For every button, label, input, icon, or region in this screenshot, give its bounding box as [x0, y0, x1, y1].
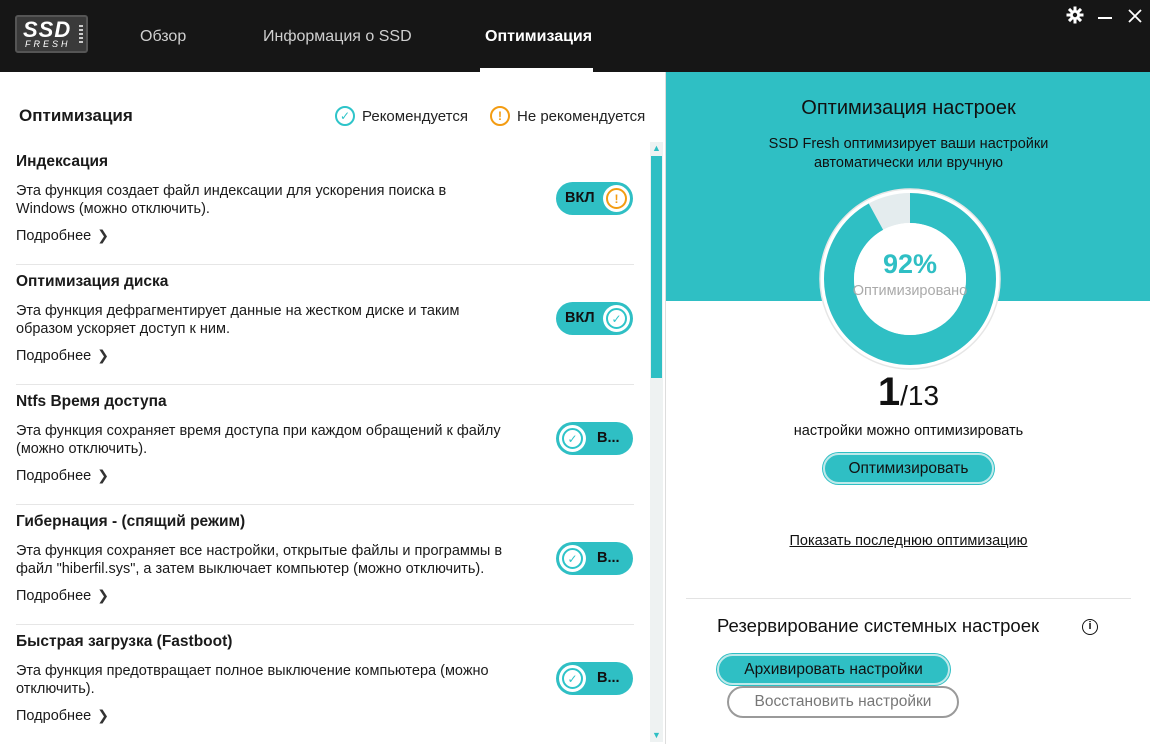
- info-icon[interactable]: i: [1082, 619, 1098, 635]
- item-title: Индексация: [16, 153, 109, 170]
- app-logo: SSD FRESH: [15, 15, 88, 53]
- item-title: Быстрая загрузка (Fastboot): [16, 633, 233, 650]
- gauge-label: Оптимизировано: [852, 283, 968, 299]
- panel-title: Оптимизация: [19, 106, 133, 125]
- chevron-right-icon: ❯: [97, 707, 109, 723]
- toggle-knob: ✓: [559, 545, 586, 572]
- legend-recommended-label: Рекомендуется: [362, 107, 468, 125]
- summary-subtitle: SSD Fresh оптимизирует ваши настройки авт…: [768, 136, 1049, 171]
- more-link[interactable]: Подробнее ❯: [16, 587, 109, 604]
- toggle-label: ВКЛ: [565, 310, 595, 326]
- toggle-switch[interactable]: В... ✓: [556, 422, 633, 455]
- check-circle-icon: ✓: [562, 668, 583, 689]
- scroll-down-arrow-icon[interactable]: ▼: [650, 729, 663, 742]
- check-circle-icon: ✓: [562, 548, 583, 569]
- scroll-thumb[interactable]: [651, 156, 662, 378]
- list-item: Гибернация - (спящий режим) Эта функция …: [16, 505, 634, 625]
- legend-not-recommended-label: Не рекомендуется: [517, 107, 646, 125]
- check-circle-icon: ✓: [335, 106, 355, 126]
- chevron-right-icon: ❯: [97, 227, 109, 243]
- toggle-knob: ✓: [559, 425, 586, 452]
- tab-optimization[interactable]: Оптимизация: [485, 28, 592, 46]
- list-item: Индексация Эта функция создает файл инде…: [16, 145, 634, 265]
- chevron-right-icon: ❯: [97, 347, 109, 363]
- vertical-scrollbar[interactable]: ▲ ▼: [650, 142, 663, 742]
- minimize-icon[interactable]: [1098, 6, 1112, 30]
- tab-overview[interactable]: Обзор: [140, 28, 186, 46]
- warning-circle-icon: !: [606, 188, 627, 209]
- chevron-right-icon: ❯: [97, 467, 109, 483]
- check-circle-icon: ✓: [562, 428, 583, 449]
- toggle-label: В...: [597, 430, 620, 446]
- scroll-up-arrow-icon[interactable]: ▲: [650, 142, 663, 155]
- logo-text-fresh: FRESH: [25, 39, 71, 49]
- item-description: Эта функция предотвращает полное выключе…: [16, 663, 489, 697]
- toggle-label: ВКЛ: [565, 190, 595, 206]
- item-description: Эта функция сохраняет все настройки, отк…: [16, 543, 503, 577]
- more-link[interactable]: Подробнее ❯: [16, 467, 109, 484]
- count-label: настройки можно оптимизировать: [793, 423, 1024, 439]
- count-total: /13: [900, 380, 940, 411]
- legend-not-recommended: ! Не рекомендуется: [490, 106, 645, 126]
- optimization-summary-panel: Оптимизация настроек SSD Fresh оптимизир…: [665, 72, 1150, 744]
- tab-ssd-info[interactable]: Информация о SSD: [263, 28, 412, 46]
- item-description: Эта функция создает файл индексации для …: [16, 183, 447, 217]
- list-item: Ntfs Время доступа Эта функция сохраняет…: [16, 385, 634, 505]
- toggle-knob: ✓: [559, 665, 586, 692]
- item-title: Оптимизация диска: [16, 273, 169, 290]
- title-bar: SSD FRESH Обзор Информация о SSD Оптимиз…: [0, 0, 1150, 72]
- item-title: Ntfs Время доступа: [16, 393, 167, 410]
- toggle-knob: ✓: [603, 305, 630, 332]
- gauge-percent: 92%: [882, 249, 938, 279]
- item-description: Эта функция сохраняет время доступа при …: [16, 423, 501, 457]
- item-title: Гибернация - (спящий режим): [16, 513, 246, 530]
- legend-recommended: ✓ Рекомендуется: [335, 106, 468, 126]
- optimizable-count: 1/13: [666, 370, 1150, 415]
- section-divider: [686, 598, 1131, 599]
- summary-title: Оптимизация настроек: [801, 97, 1016, 119]
- list-item: Быстрая загрузка (Fastboot) Эта функция …: [16, 625, 634, 744]
- more-link[interactable]: Подробнее ❯: [16, 347, 109, 364]
- chevron-right-icon: ❯: [97, 587, 109, 603]
- toggle-switch[interactable]: В... ✓: [556, 542, 633, 575]
- close-icon[interactable]: [1128, 6, 1142, 30]
- logo-bars-icon: [79, 25, 83, 45]
- toggle-switch[interactable]: ВКЛ !: [556, 182, 633, 215]
- toggle-label: В...: [597, 550, 620, 566]
- more-link[interactable]: Подробнее ❯: [16, 227, 109, 244]
- toggle-switch[interactable]: В... ✓: [556, 662, 633, 695]
- restore-settings-button[interactable]: Восстановить настройки: [727, 686, 959, 718]
- last-optimization-link[interactable]: Показать последнюю оптимизацию: [666, 533, 1150, 549]
- backup-section-title: Резервирование системных настроек: [717, 615, 1040, 636]
- toggle-label: В...: [597, 670, 620, 686]
- gear-icon[interactable]: [1066, 6, 1084, 30]
- list-item: Оптимизация диска Эта функция дефрагмент…: [16, 265, 634, 385]
- warning-circle-icon: !: [490, 106, 510, 126]
- optimize-button[interactable]: Оптимизировать: [823, 453, 994, 484]
- toggle-switch[interactable]: ВКЛ ✓: [556, 302, 633, 335]
- count-current: 1: [877, 370, 901, 414]
- toggle-knob: !: [603, 185, 630, 212]
- more-link[interactable]: Подробнее ❯: [16, 707, 109, 724]
- archive-settings-button[interactable]: Архивировать настройки: [717, 654, 950, 685]
- item-description: Эта функция дефрагментирует данные на же…: [16, 303, 460, 337]
- optimization-list-panel: Оптимизация ✓ Рекомендуется ! Не рекомен…: [0, 72, 665, 744]
- check-circle-icon: ✓: [606, 308, 627, 329]
